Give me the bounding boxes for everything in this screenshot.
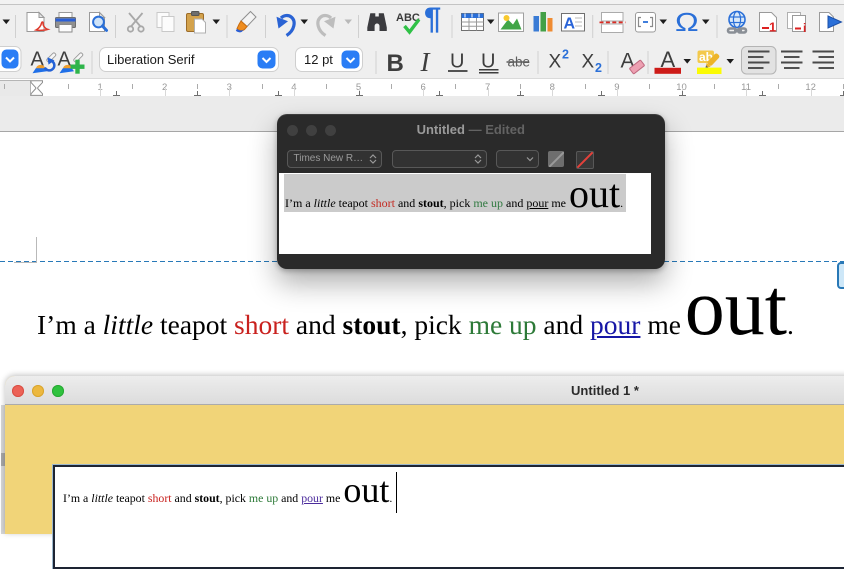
svg-text:X: X: [582, 52, 595, 73]
svg-text:¶: ¶: [424, 5, 441, 36]
svg-text:A: A: [564, 16, 576, 33]
svg-text:12 pt: 12 pt: [304, 52, 333, 67]
svg-text:2: 2: [595, 61, 602, 75]
svg-text:X: X: [549, 52, 562, 73]
svg-text:i: i: [803, 21, 806, 35]
svg-text:I: I: [420, 47, 432, 77]
svg-text:Liberation Serif: Liberation Serif: [107, 52, 195, 67]
svg-text:U: U: [450, 51, 464, 73]
svg-text:Ω: Ω: [675, 9, 699, 38]
svg-text:2: 2: [562, 48, 569, 62]
svg-text:B: B: [387, 50, 404, 77]
svg-text:1: 1: [769, 20, 776, 35]
